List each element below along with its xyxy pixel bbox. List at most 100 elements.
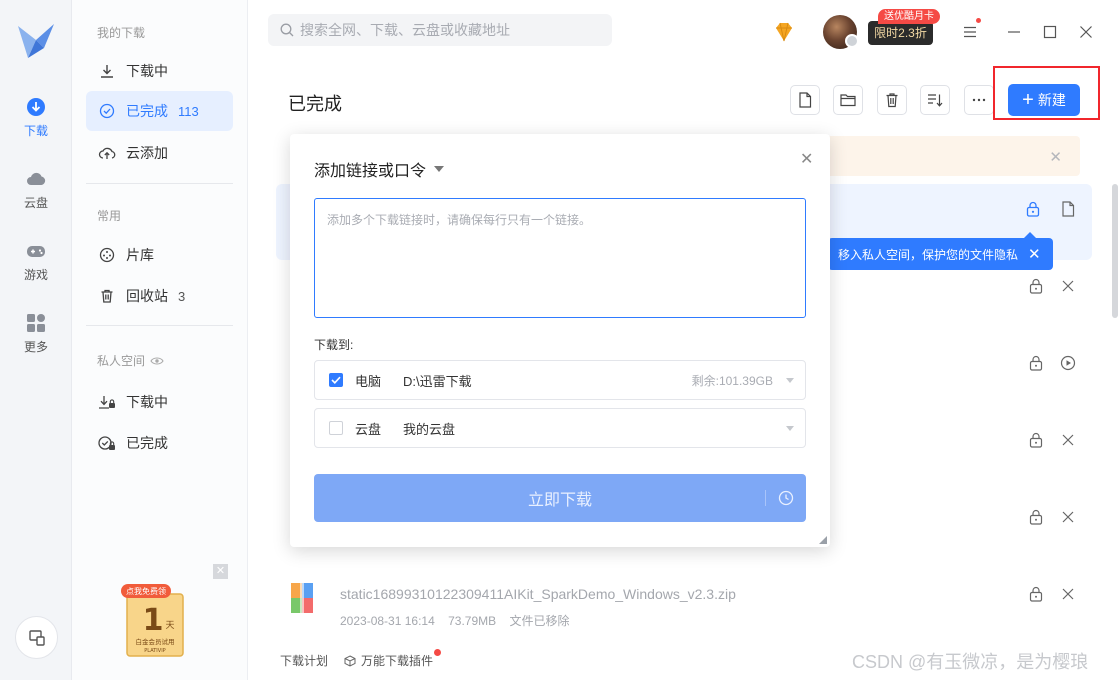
rail-cloud-label: 云盘 [23,196,48,210]
download-now-button[interactable]: 立即下载 [314,474,806,522]
dest-cloud-checkbox[interactable] [329,421,343,435]
maximize-button[interactable] [1038,20,1062,44]
sidebar-item-completed[interactable]: 已完成 113 [86,91,233,131]
search-box[interactable] [268,14,612,46]
lock-download-icon [98,393,116,411]
maximize-icon [1043,25,1057,39]
sidebar-item-private-downloading[interactable]: 下载中 [86,382,233,422]
sidebar-item-label: 片库 [126,247,154,263]
row-remove-button[interactable] [1057,275,1079,297]
sidebar-item-label: 已完成 [126,435,168,451]
more-dots-icon [972,98,986,102]
close-icon [1062,511,1074,523]
vip-trial-badge[interactable]: 点我免费领 1 天 白金会员试用 PLATIVIP [117,580,193,660]
row-remove-button[interactable] [1057,429,1079,451]
button-separator [765,490,766,506]
rail-games-label: 游戏 [23,268,48,282]
download-arrow-icon [98,62,116,80]
dialog-close-button[interactable]: ✕ [800,149,813,169]
eye-icon[interactable] [150,356,164,366]
rail-download[interactable]: 下载 [0,96,72,139]
plugin-link[interactable]: 万能下载插件 [344,652,433,669]
sort-button[interactable] [920,85,950,115]
private-space-tooltip: 移入私人空间，保护您的文件隐私 ✕ [828,232,1053,270]
film-reel-icon [98,246,116,264]
plugin-label: 万能下载插件 [361,654,434,668]
rail-cloud[interactable]: 云盘 [0,168,72,211]
section-common: 常用 [97,209,122,223]
row-remove-button[interactable] [1057,583,1079,605]
new-file-button[interactable] [790,85,820,115]
dest-pc-checkbox[interactable] [329,373,343,387]
diamond-icon[interactable] [772,20,796,44]
dropdown-arrow-icon[interactable] [786,378,794,383]
cloud-icon [27,172,46,185]
dest-pc-option[interactable]: 电脑 D:\迅雷下载 剩余:101.39GB [314,360,806,400]
rail-more[interactable]: 更多 [0,312,72,355]
grid-icon [27,314,45,332]
tooltip-close-button[interactable]: ✕ [1028,245,1041,263]
minimize-button[interactable] [1002,20,1026,44]
notice-close-button[interactable]: ✕ [1049,148,1062,166]
add-link-dialog: 添加链接或口令 ✕ 下载到: 电脑 D:\迅雷下载 剩余:101.39GB 云盘… [290,134,830,547]
promo-close-button[interactable]: ✕ [213,564,228,579]
dropdown-arrow-icon[interactable] [786,426,794,431]
row-lock-button[interactable] [1025,583,1047,605]
promo-unit: 天 [165,621,174,631]
trash-icon [886,93,898,108]
device-switch-button[interactable] [15,616,58,659]
page-title: 已完成 [288,94,342,114]
link-textarea[interactable] [314,198,806,318]
row-remove-button[interactable] [1057,506,1079,528]
device-icon [28,629,45,646]
row-lock-button[interactable] [1025,429,1047,451]
sidebar-item-recycle[interactable]: 回收站 3 [86,276,233,316]
sidebar-item-label: 云添加 [126,145,168,161]
more-button[interactable] [964,85,994,115]
move-to-private-button[interactable] [1022,198,1044,220]
sidebar-item-private-completed[interactable]: 已完成 [86,423,233,463]
open-file-button[interactable] [1057,198,1079,220]
nav-rail: 下载 云盘 游戏 更多 [0,0,72,680]
download-plan-link[interactable]: 下载计划 [280,654,328,668]
row-lock-button[interactable] [1025,275,1047,297]
sidebar-item-downloading[interactable]: 下载中 [86,51,233,91]
download-now-label: 立即下载 [527,492,592,509]
schedule-clock-icon[interactable] [778,490,794,506]
row-lock-button[interactable] [1025,352,1047,374]
scrollbar[interactable] [1112,184,1118,318]
main-menu-button[interactable] [958,20,982,44]
close-window-button[interactable] [1074,20,1098,44]
row-lock-button[interactable] [1025,506,1047,528]
search-input[interactable] [300,22,600,38]
completed-count: 113 [178,103,199,119]
lock-icon [1026,201,1040,217]
sidebar-item-library[interactable]: 片库 [86,235,233,275]
delete-button[interactable] [877,85,907,115]
thunder-logo [18,24,54,58]
avatar-badge [845,34,859,48]
close-icon [1062,434,1074,446]
close-icon [1062,280,1074,292]
folder-icon [840,94,856,107]
watermark: CSDN @有玉微凉，是为樱琅 [852,652,1089,672]
dest-cloud-option[interactable]: 云盘 我的云盘 [314,408,806,448]
rail-games[interactable]: 游戏 [0,240,72,283]
lock-icon [1029,278,1043,294]
vip-popup-badge: 送优酷月卡 [878,9,940,24]
file-icon [1062,201,1075,217]
annotation-highlight-box [993,66,1100,120]
play-icon [1060,355,1076,371]
open-folder-button[interactable] [833,85,863,115]
section-private: 私人空间 [97,352,164,369]
row-play-button[interactable] [1057,352,1079,374]
minimize-icon [1008,31,1020,33]
zip-file-icon [291,583,313,613]
dialog-title-dropdown[interactable]: 添加链接或口令 [314,157,445,181]
notice-bar: ✕ [816,136,1080,176]
resize-grip-icon[interactable] [819,536,827,544]
notification-dot [976,18,981,23]
sidebar-item-cloud-add[interactable]: 云添加 [86,133,233,173]
sidebar: 我的下载 下载中 已完成 113 云添加 常用 片库 回收站 3 私人空间 下载… [72,0,248,680]
vip-discount-tag[interactable]: 限时2.3折 [868,21,933,45]
